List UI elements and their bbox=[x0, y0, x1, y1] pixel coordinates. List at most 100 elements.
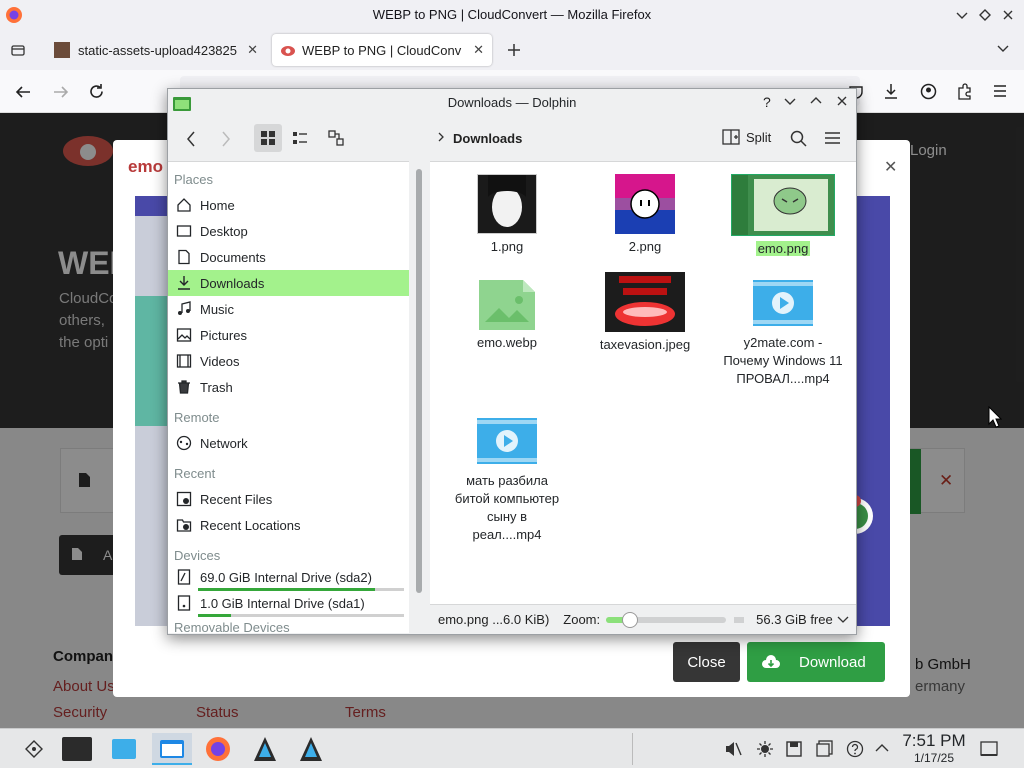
split-button[interactable]: Split bbox=[722, 129, 771, 145]
minimize-chevron-icon[interactable] bbox=[783, 94, 797, 110]
breadcrumb-current[interactable]: Downloads bbox=[453, 131, 522, 146]
file-item[interactable]: y2mate.com - Почему Windows 11 ПРОВАЛ...… bbox=[718, 272, 848, 388]
place-downloads[interactable]: Downloads bbox=[168, 270, 409, 296]
taskbar-dolphin-button[interactable] bbox=[152, 733, 192, 765]
free-space-chevron-icon[interactable] bbox=[837, 616, 849, 624]
menu-hamburger-icon[interactable] bbox=[992, 84, 1008, 98]
icons-view-button[interactable] bbox=[254, 124, 282, 152]
maximize-button[interactable] bbox=[978, 8, 992, 22]
account-icon[interactable] bbox=[920, 83, 937, 100]
forward-arrow-icon[interactable] bbox=[52, 84, 70, 100]
place-documents[interactable]: Documents bbox=[168, 244, 409, 270]
new-tab-icon[interactable] bbox=[506, 42, 522, 58]
file-view[interactable]: 1.png 2.png emo.png emo.webp taxevasion.… bbox=[430, 161, 856, 604]
home-icon bbox=[176, 197, 192, 213]
system-tray-expand-icon[interactable] bbox=[874, 743, 890, 753]
download-button[interactable]: Download bbox=[747, 642, 885, 682]
tab-strip: static-assets-upload42382‍5 ✕ WEBP to PN… bbox=[0, 30, 1024, 70]
zoom-slider-handle[interactable] bbox=[622, 611, 639, 628]
place-home[interactable]: Home bbox=[168, 192, 409, 218]
save-disk-icon[interactable] bbox=[786, 740, 802, 758]
tab-static-assets[interactable]: static-assets-upload42382‍5 ✕ bbox=[46, 34, 266, 66]
places-scrollbar-thumb[interactable] bbox=[416, 169, 422, 593]
show-desktop-icon[interactable] bbox=[980, 740, 998, 758]
file-item[interactable]: 2.png bbox=[580, 174, 710, 256]
file-item[interactable]: emo.webp bbox=[442, 272, 572, 352]
dolphin-title: Downloads — Dolphin bbox=[447, 95, 577, 110]
file-item[interactable]: 1.png bbox=[442, 174, 572, 256]
taskbar-app-icon[interactable] bbox=[252, 735, 278, 763]
brightness-icon[interactable] bbox=[756, 740, 774, 758]
reload-icon[interactable] bbox=[88, 83, 105, 100]
file-item[interactable]: taxevasion.jpeg bbox=[580, 272, 710, 354]
compact-view-icon[interactable] bbox=[292, 130, 308, 146]
device-label: 69.0 GiB Internal Drive (sda2) bbox=[200, 569, 372, 585]
minimize-button[interactable] bbox=[955, 8, 969, 22]
app-launcher-icon[interactable] bbox=[24, 739, 44, 759]
image-file-icon bbox=[477, 280, 537, 330]
place-recent-locations[interactable]: Recent Locations bbox=[168, 512, 409, 538]
file-item-selected[interactable]: emo.png bbox=[718, 174, 848, 258]
place-desktop[interactable]: Desktop bbox=[168, 218, 409, 244]
system-settings-icon[interactable] bbox=[112, 739, 136, 759]
place-videos[interactable]: Videos bbox=[168, 348, 409, 374]
close-button[interactable]: Close bbox=[673, 642, 740, 682]
file-name: 2.png bbox=[628, 239, 662, 254]
back-arrow-icon[interactable] bbox=[14, 84, 32, 100]
file-item[interactable]: мать разбила битой компьютер сыну в реал… bbox=[442, 414, 572, 544]
device-sda1[interactable]: 1.0 GiB Internal Drive (sda1) bbox=[168, 592, 409, 614]
place-recent-files[interactable]: Recent Files bbox=[168, 486, 409, 512]
cloudconvert-favicon-icon bbox=[280, 42, 296, 58]
zoom-slider[interactable] bbox=[606, 611, 727, 628]
help-circle-icon[interactable] bbox=[846, 740, 864, 758]
dolphin-window: Downloads — Dolphin ? Downloads Split Pl… bbox=[167, 88, 857, 635]
free-space[interactable]: 56.3 GiB free bbox=[756, 612, 833, 627]
place-pictures[interactable]: Pictures bbox=[168, 322, 409, 348]
device-sda2[interactable]: 69.0 GiB Internal Drive (sda2) bbox=[168, 566, 409, 588]
clock[interactable]: 7:51 PM 1/17/25 bbox=[896, 731, 972, 765]
forward-chevron-icon[interactable] bbox=[218, 129, 234, 149]
tab-label: static-assets-upload42382‍5 bbox=[78, 42, 237, 58]
pictures-icon bbox=[176, 327, 192, 343]
place-label: Downloads bbox=[200, 275, 265, 291]
taskbar-app-icon-2[interactable] bbox=[298, 735, 324, 763]
tab-overview-icon[interactable] bbox=[10, 42, 26, 58]
places-scrollbar-track[interactable] bbox=[409, 161, 430, 633]
downloads-icon[interactable] bbox=[883, 83, 899, 100]
selection-info: emo.png ...6.0 KiB) bbox=[438, 612, 550, 627]
volume-muted-icon[interactable] bbox=[724, 740, 742, 758]
devices-heading: Devices bbox=[174, 548, 221, 563]
place-trash[interactable]: Trash bbox=[168, 374, 409, 400]
search-icon[interactable] bbox=[790, 130, 807, 147]
clipboard-icon[interactable] bbox=[816, 740, 834, 758]
details-view-icon[interactable] bbox=[328, 130, 344, 146]
extensions-icon[interactable] bbox=[956, 83, 973, 100]
image-thumbnail bbox=[615, 174, 675, 234]
mouse-cursor-icon bbox=[988, 406, 1002, 428]
desktop-icon bbox=[176, 223, 192, 239]
video-file-icon bbox=[477, 418, 537, 468]
image-thumbnail bbox=[605, 272, 685, 332]
hamburger-menu-icon[interactable] bbox=[824, 131, 841, 145]
pager-desktop-icon[interactable] bbox=[62, 737, 92, 761]
help-icon[interactable]: ? bbox=[763, 94, 771, 110]
maximize-chevron-icon[interactable] bbox=[809, 94, 823, 110]
place-network[interactable]: Network bbox=[168, 430, 409, 456]
place-label: Music bbox=[200, 301, 234, 317]
trash-icon bbox=[176, 379, 192, 395]
list-tabs-chevron-icon[interactable] bbox=[996, 44, 1010, 54]
close-tab-icon[interactable]: ✕ bbox=[243, 42, 258, 58]
modal-close-icon[interactable]: ✕ bbox=[884, 157, 897, 177]
close-tab-icon[interactable]: ✕ bbox=[469, 42, 484, 58]
tab-webp-to-png[interactable]: WEBP to PNG | CloudConv ✕ bbox=[272, 34, 492, 66]
status-bar: emo.png ...6.0 KiB) Zoom: 56.3 GiB free bbox=[430, 604, 856, 634]
documents-icon bbox=[176, 249, 192, 265]
close-window-button[interactable] bbox=[1001, 8, 1015, 22]
place-music[interactable]: Music bbox=[168, 296, 409, 322]
music-icon bbox=[176, 301, 192, 317]
back-chevron-icon[interactable] bbox=[183, 129, 199, 149]
place-label: Home bbox=[200, 197, 235, 213]
taskbar-firefox-icon[interactable] bbox=[204, 735, 232, 763]
dolphin-close-icon[interactable] bbox=[835, 94, 849, 110]
device-label: 1.0 GiB Internal Drive (sda1) bbox=[200, 595, 365, 611]
